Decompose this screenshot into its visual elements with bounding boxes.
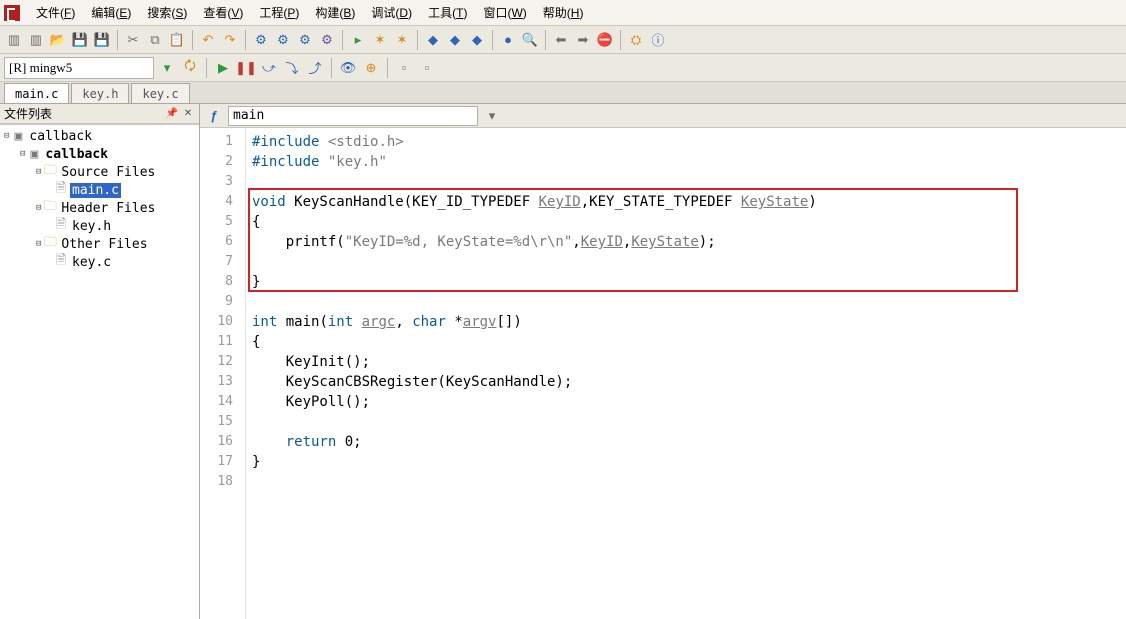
menu-t[interactable]: 工具(T) xyxy=(420,0,475,25)
nav-back-icon[interactable]: ⬅ xyxy=(551,30,571,50)
app-icon xyxy=(4,5,20,21)
run-icon[interactable]: ▸ xyxy=(348,30,368,50)
watch-icon[interactable]: 👁 xyxy=(338,58,358,78)
pause-icon[interactable]: ❚❚ xyxy=(236,58,256,78)
undo-icon[interactable]: ↶ xyxy=(198,30,218,50)
tree-workspace[interactable]: ⊟▣callback xyxy=(0,127,199,145)
main-area: 文件列表 📌 ✕ ⊟▣callback⊟▣callback⊟🗀Source Fi… xyxy=(0,104,1126,619)
separator xyxy=(192,30,193,50)
menu-v[interactable]: 查看(V) xyxy=(195,0,251,25)
separator xyxy=(117,30,118,50)
debug-tool2-icon[interactable]: ✶ xyxy=(392,30,412,50)
cut-icon[interactable]: ✂ xyxy=(123,30,143,50)
tab-key-h[interactable]: key.h xyxy=(71,83,129,103)
tree-group[interactable]: ⊟🗀Source Files xyxy=(0,163,199,181)
open-file-icon[interactable]: 📂 xyxy=(48,30,68,50)
bookmark-next-icon[interactable]: ◆ xyxy=(445,30,465,50)
code-area[interactable]: 123456789101112131415161718 #include <st… xyxy=(200,128,1126,619)
separator xyxy=(387,58,388,78)
stop-icon[interactable]: ⛔ xyxy=(595,30,615,50)
menu-p[interactable]: 工程(P) xyxy=(251,0,307,25)
target-icon[interactable]: ⊕ xyxy=(361,58,381,78)
bookmark-icon[interactable]: ◆ xyxy=(423,30,443,50)
editor-nav-bar: ƒ ▾ xyxy=(200,104,1126,128)
editor: ƒ ▾ 123456789101112131415161718 #include… xyxy=(200,104,1126,619)
separator xyxy=(342,30,343,50)
paste-icon[interactable]: 📋 xyxy=(167,30,187,50)
tree-file[interactable]: 🗎main.c xyxy=(0,181,199,199)
fn-dropdown-icon[interactable]: ▾ xyxy=(482,106,502,126)
menu-w[interactable]: 窗口(W) xyxy=(475,0,534,25)
copy-icon[interactable]: ⧉ xyxy=(145,30,165,50)
config-refresh-icon[interactable]: 🗘 xyxy=(180,58,200,78)
build-run-icon[interactable]: ⚙ xyxy=(317,30,337,50)
new-file-icon[interactable]: ▥ xyxy=(4,30,24,50)
function-select[interactable] xyxy=(228,106,478,126)
build-config-select[interactable] xyxy=(4,57,154,79)
code-text[interactable]: #include <stdio.h>#include "key.h" void … xyxy=(246,128,1126,619)
separator xyxy=(417,30,418,50)
menu-f[interactable]: 文件(F) xyxy=(28,0,83,25)
step-over-icon[interactable]: ⤻ xyxy=(259,58,279,78)
panel-close-icon[interactable]: ✕ xyxy=(181,107,195,121)
tree-file[interactable]: 🗎key.h xyxy=(0,217,199,235)
menubar: 文件(F)编辑(E)搜索(S)查看(V)工程(P)构建(B)调试(D)工具(T)… xyxy=(0,0,1126,26)
save-icon[interactable]: 💾 xyxy=(70,30,90,50)
menu-b[interactable]: 构建(B) xyxy=(307,0,363,25)
step-out-icon[interactable]: ⤴ xyxy=(305,58,325,78)
help-icon[interactable]: ⓘ xyxy=(648,30,668,50)
config-run-icon[interactable]: ▾ xyxy=(157,58,177,78)
rebuild-icon[interactable]: ⚙ xyxy=(295,30,315,50)
config-toolbar: ▾ 🗘 ▶ ❚❚ ⤻ ⤵ ⤴ 👁 ⊕ ▫ ▫ xyxy=(0,54,1126,82)
panel-header: 文件列表 📌 ✕ xyxy=(0,104,199,124)
step-into-icon[interactable]: ⤵ xyxy=(282,58,302,78)
main-toolbar: ▥ ▥ 📂 💾 💾 ✂ ⧉ 📋 ↶ ↷ ⚙ ⚙ ⚙ ⚙ ▸ ✶ ✶ ◆ ◆ ◆ … xyxy=(0,26,1126,54)
tree-project[interactable]: ⊟▣callback xyxy=(0,145,199,163)
panel-title: 文件列表 xyxy=(4,105,52,122)
separator xyxy=(620,30,621,50)
build-icon[interactable]: ⚙ xyxy=(251,30,271,50)
project-tree[interactable]: ⊟▣callback⊟▣callback⊟🗀Source Files 🗎main… xyxy=(0,124,199,619)
build-all-icon[interactable]: ⚙ xyxy=(273,30,293,50)
options-icon[interactable]: ⛭ xyxy=(626,30,646,50)
separator xyxy=(492,30,493,50)
more2-icon[interactable]: ▫ xyxy=(417,58,437,78)
save-all-icon[interactable]: 💾 xyxy=(92,30,112,50)
separator xyxy=(545,30,546,50)
menu-s[interactable]: 搜索(S) xyxy=(139,0,195,25)
menu-h[interactable]: 帮助(H) xyxy=(535,0,592,25)
tab-main-c[interactable]: main.c xyxy=(4,83,69,103)
tree-group[interactable]: ⊟🗀Header Files xyxy=(0,199,199,217)
tree-group[interactable]: ⊟🗀Other Files xyxy=(0,235,199,253)
separator xyxy=(245,30,246,50)
document-tabs: main.ckey.hkey.c xyxy=(0,82,1126,104)
separator xyxy=(206,58,207,78)
panel-pin-icon[interactable]: 📌 xyxy=(165,107,179,121)
nav-fwd-icon[interactable]: ➡ xyxy=(573,30,593,50)
function-icon: ƒ xyxy=(204,106,224,126)
menu-d[interactable]: 调试(D) xyxy=(363,0,420,25)
new-multi-icon[interactable]: ▥ xyxy=(26,30,46,50)
breakpoint-icon[interactable]: ● xyxy=(498,30,518,50)
debug-tool-icon[interactable]: ✶ xyxy=(370,30,390,50)
file-list-panel: 文件列表 📌 ✕ ⊟▣callback⊟▣callback⊟🗀Source Fi… xyxy=(0,104,200,619)
menu-e[interactable]: 编辑(E) xyxy=(83,0,139,25)
more1-icon[interactable]: ▫ xyxy=(394,58,414,78)
line-number-gutter: 123456789101112131415161718 xyxy=(200,128,246,619)
separator xyxy=(331,58,332,78)
tab-key-c[interactable]: key.c xyxy=(131,83,189,103)
bookmark-prev-icon[interactable]: ◆ xyxy=(467,30,487,50)
redo-icon[interactable]: ↷ xyxy=(220,30,240,50)
play-icon[interactable]: ▶ xyxy=(213,58,233,78)
tree-file[interactable]: 🗎key.c xyxy=(0,253,199,271)
find-icon[interactable]: 🔍 xyxy=(520,30,540,50)
